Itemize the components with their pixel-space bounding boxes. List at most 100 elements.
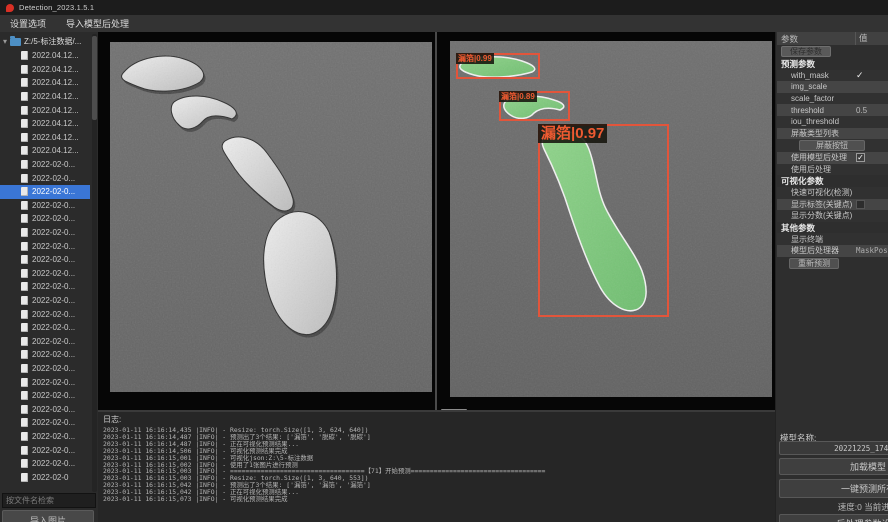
file-list-scrollbar[interactable]	[92, 34, 97, 492]
filename-search-input[interactable]	[2, 493, 96, 508]
file-icon	[21, 310, 28, 319]
detection-label: 漏箔|0.99	[456, 53, 494, 64]
file-icon	[21, 51, 28, 60]
file-icon	[21, 242, 28, 251]
menu-import-model-postprocess[interactable]: 导入模型后处理	[66, 17, 129, 30]
param-row-quick-visual[interactable]: 快速可视化(检测)	[777, 187, 888, 199]
import-images-button[interactable]: 导入图片	[2, 510, 94, 522]
header-param-col: 参数	[777, 33, 798, 45]
file-list: 2022.04.12... 2022.04.12... 2022.04.12..…	[0, 49, 90, 484]
file-list-item[interactable]: 2022-02-0...	[0, 443, 90, 457]
file-list-item[interactable]: 2022-02-0...	[0, 226, 90, 240]
file-icon	[21, 459, 28, 468]
viewer-vertical-splitter[interactable]	[435, 32, 437, 410]
load-model-button[interactable]: 加载模型	[779, 458, 888, 475]
param-row-mask-type-list[interactable]: 屏蔽类型列表	[777, 128, 888, 140]
menu-settings[interactable]: 设置选项	[10, 17, 46, 30]
original-image-panel[interactable]	[110, 42, 432, 392]
file-icon	[21, 78, 28, 87]
file-icon	[21, 228, 28, 237]
file-list-item[interactable]: 2022-02-0	[0, 470, 90, 484]
model-name-field[interactable]: 20221225_174813	[779, 441, 888, 455]
checkbox-checked-icon[interactable]: ✓	[856, 153, 865, 162]
file-icon	[21, 418, 28, 427]
file-list-item[interactable]: 2022-02-0...	[0, 185, 90, 199]
param-row-threshold[interactable]: threshold 0.5	[777, 104, 888, 116]
file-panel: ▾ Z:/5-标注数据/... 2022.04.12... 2022.04.12…	[0, 32, 99, 522]
param-row-iou-threshold[interactable]: iou_threshold	[777, 116, 888, 128]
params-panel: 参数 值 保存参数 预测参数 with_mask ✓ img_scale sca…	[775, 32, 888, 522]
folder-icon	[10, 38, 21, 46]
file-list-item[interactable]: 2022-02-0...	[0, 267, 90, 281]
file-list-item[interactable]: 2022-02-0...	[0, 375, 90, 389]
postprocess-settings-button[interactable]: 后处理参数设置	[779, 514, 888, 522]
param-row-show-terminal[interactable]: 显示终端	[777, 233, 888, 245]
file-icon	[21, 473, 28, 482]
file-list-item[interactable]: 2022.04.12...	[0, 103, 90, 117]
file-list-item[interactable]: 2022.04.12...	[0, 63, 90, 77]
mask-button[interactable]: 屏蔽按钮	[799, 140, 865, 151]
param-row-use-postprocess[interactable]: 使用后处理	[777, 164, 888, 176]
file-icon	[21, 65, 28, 74]
params-table-header: 参数 值	[777, 32, 888, 45]
log-line: 2023-01-11 16:16:15,073 |INFO| - 可视化预测结果…	[103, 496, 775, 503]
param-row-model-postprocessor[interactable]: 模型后处理器 MaskPostPro	[777, 245, 888, 257]
file-list-item[interactable]: 2022-02-0...	[0, 307, 90, 321]
file-list-item[interactable]: 2022-02-0...	[0, 389, 90, 403]
file-icon	[21, 187, 28, 196]
file-list-item[interactable]: 2022-02-0...	[0, 280, 90, 294]
file-list-item[interactable]: 2022.04.12...	[0, 131, 90, 145]
save-params-button[interactable]: 保存参数	[781, 46, 831, 57]
log-panel[interactable]: 日志: 2023-01-11 16:16:14,435 |INFO| - Res…	[98, 410, 775, 522]
file-list-item[interactable]: 2022-02-0...	[0, 348, 90, 362]
scrollbar-thumb[interactable]	[92, 36, 97, 120]
file-list-item[interactable]: 2022-02-0...	[0, 253, 90, 267]
param-row-show-label[interactable]: 显示标签(关键点)	[777, 199, 888, 211]
param-row-with-mask[interactable]: with_mask ✓	[777, 70, 888, 82]
predict-all-button[interactable]: 一键预测所有	[779, 479, 888, 498]
file-icon	[21, 174, 28, 183]
file-list-item[interactable]: 2022-02-0...	[0, 334, 90, 348]
param-row-img-scale[interactable]: img_scale	[777, 81, 888, 93]
checkbox-unchecked-icon[interactable]	[856, 200, 865, 209]
file-list-item[interactable]: 2022.04.12...	[0, 117, 90, 131]
file-list-item[interactable]: 2022-02-0...	[0, 457, 90, 471]
file-list-item[interactable]: 2022-02-0...	[0, 416, 90, 430]
file-list-item[interactable]: 2022-02-0...	[0, 212, 90, 226]
file-list-item[interactable]: 2022-02-0...	[0, 402, 90, 416]
file-icon	[21, 92, 28, 101]
file-list-item[interactable]: 2022-02-0...	[0, 158, 90, 172]
file-icon	[21, 323, 28, 332]
detection-box: 漏箔|0.97	[538, 124, 669, 317]
file-icon	[21, 364, 28, 373]
file-list-item[interactable]: 2022-02-0...	[0, 294, 90, 308]
file-list-item[interactable]: 2022.04.12...	[0, 144, 90, 158]
tree-root-folder[interactable]: ▾ Z:/5-标注数据/...	[0, 34, 90, 49]
image-viewer: 漏箔|0.99 漏箔|0.89 漏箔|0.97	[98, 32, 775, 410]
file-list-item[interactable]: 2022-02-0...	[0, 199, 90, 213]
file-list-item[interactable]: 2022.04.12...	[0, 90, 90, 104]
file-icon	[21, 201, 28, 210]
param-row: 屏蔽按钮	[777, 139, 888, 152]
file-list-item[interactable]: 2022-02-0...	[0, 430, 90, 444]
param-row-scale-factor[interactable]: scale_factor	[777, 93, 888, 105]
file-icon	[21, 350, 28, 359]
prediction-image-panel[interactable]: 漏箔|0.99 漏箔|0.89 漏箔|0.97	[450, 41, 772, 397]
chevron-down-icon: ▾	[3, 38, 7, 46]
file-list-item[interactable]: 2022-02-0...	[0, 321, 90, 335]
repredict-button[interactable]: 重新预测	[789, 258, 839, 269]
file-icon	[21, 282, 28, 291]
param-row-show-score[interactable]: 显示分数(关键点)	[777, 210, 888, 222]
file-list-item[interactable]: 2022.04.12...	[0, 76, 90, 90]
file-list-item[interactable]: 2022-02-0...	[0, 362, 90, 376]
file-tree: ▾ Z:/5-标注数据/... 2022.04.12... 2022.04.12…	[0, 34, 90, 492]
file-list-item[interactable]: 2022-02-0...	[0, 239, 90, 253]
file-icon	[21, 446, 28, 455]
file-list-item[interactable]: 2022.04.12...	[0, 49, 90, 63]
file-list-item[interactable]: 2022-02-0...	[0, 171, 90, 185]
header-value-col: 值	[855, 32, 868, 45]
param-row: 保存参数	[777, 45, 888, 58]
param-row-use-model-postprocess[interactable]: 使用模型后处理 ✓	[777, 152, 888, 164]
menu-bar: 设置选项 导入模型后处理	[0, 15, 888, 33]
app-logo-icon	[6, 4, 14, 12]
